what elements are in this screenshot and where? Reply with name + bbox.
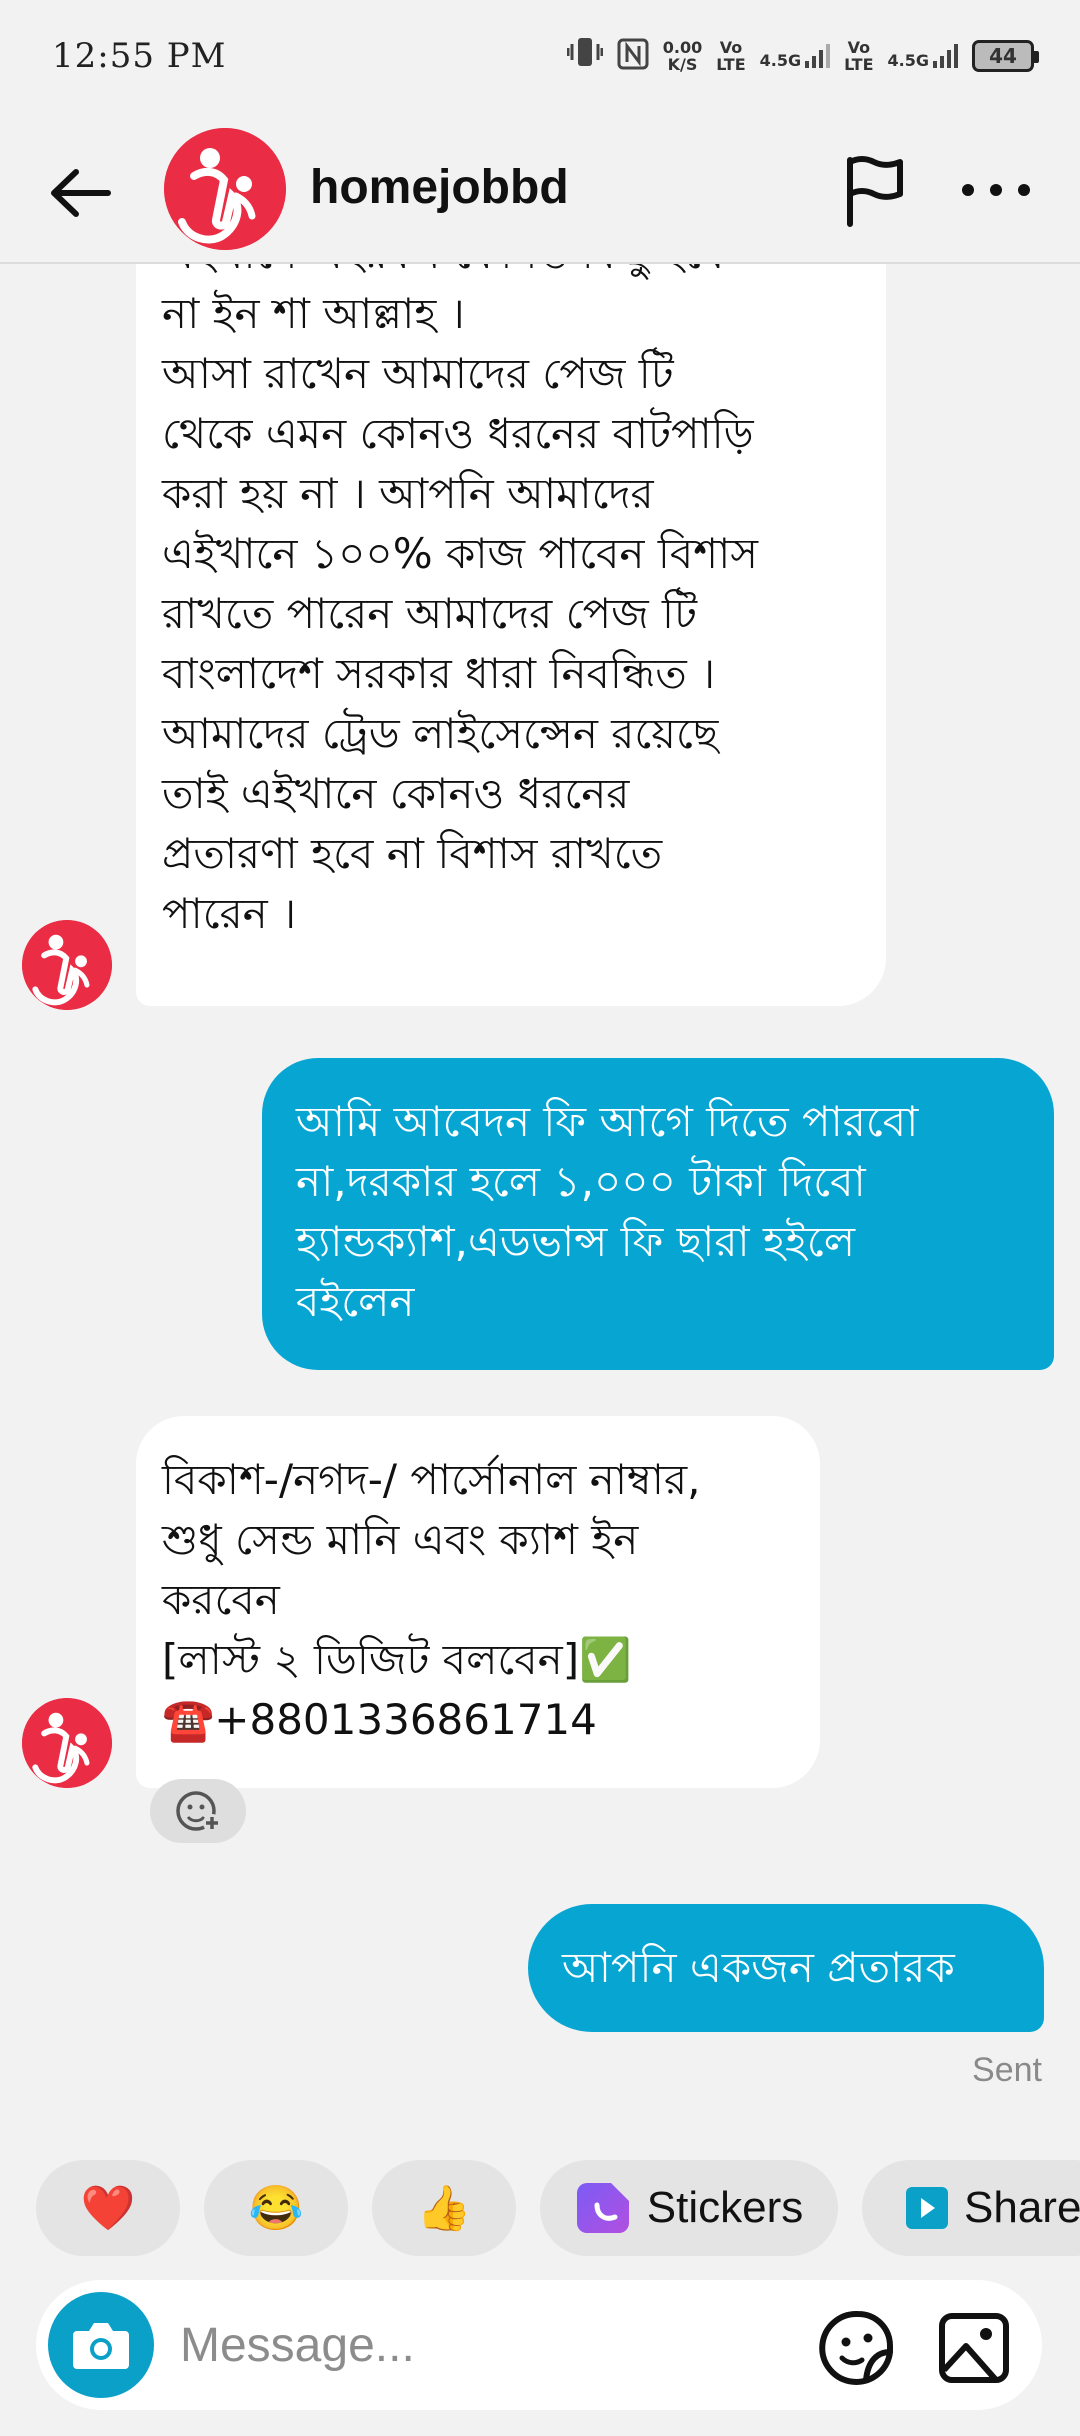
sim2-bottom: LTE — [844, 55, 874, 74]
message-text: বিকাশ-/নগদ-/ পার্সোনাল নাম্বার, শুধু সেন… — [162, 1455, 701, 1744]
message-list[interactable]: এইখানে এইরকম কোনও কিছু হবে না ইন শা আল্ল… — [0, 264, 1080, 2134]
sim1-signal: 4.5G — [759, 43, 831, 70]
share-label: Share — [964, 2183, 1080, 2232]
outgoing-message[interactable]: আপনি একজন প্রতারক — [528, 1904, 1044, 2032]
speed-unit: K/S — [667, 55, 698, 74]
sim2-volte: Vo LTE — [844, 39, 873, 73]
report-button[interactable] — [840, 152, 912, 228]
heart-reply-chip[interactable]: ❤️ — [36, 2160, 180, 2256]
sim1-bottom: LTE — [716, 55, 746, 74]
sender-avatar[interactable] — [22, 1698, 112, 1788]
signal-icon — [805, 44, 831, 68]
status-time: 12:55 PM — [52, 36, 227, 76]
laugh-emoji-icon: 😂 — [248, 2184, 304, 2233]
status-bar: 12:55 PM 0.00 K/S Vo LTE 4.5G Vo LTE 4.5… — [0, 0, 1080, 118]
nfc-icon — [617, 38, 649, 74]
signal-icon — [933, 44, 958, 68]
sim2-top: Vo — [847, 38, 871, 57]
more-options-button[interactable] — [958, 160, 1034, 220]
laugh-reply-chip[interactable]: 😂 — [204, 2160, 348, 2256]
chat-header: homejobbd — [0, 118, 1080, 264]
status-icons: 0.00 K/S Vo LTE 4.5G Vo LTE 4.5G 44 — [566, 34, 1039, 78]
image-icon — [939, 2313, 1009, 2383]
camera-button[interactable] — [48, 2292, 154, 2398]
logo-icon — [22, 920, 112, 1010]
logo-icon — [22, 1698, 112, 1788]
contact-name[interactable]: homejobbd — [310, 160, 569, 215]
share-chip[interactable]: Share — [862, 2160, 1080, 2256]
outgoing-message[interactable]: আমি আবেদন ফি আগে দিতে পারবো না,দরকার হলে… — [262, 1058, 1054, 1370]
message-text: আমি আবেদন ফি আগে দিতে পারবো না,দরকার হলে… — [296, 1097, 919, 1326]
message-composer — [36, 2280, 1042, 2410]
sender-avatar[interactable] — [22, 920, 112, 1010]
logo-icon — [164, 128, 286, 250]
flag-icon — [847, 156, 903, 227]
incoming-message[interactable]: বিকাশ-/নগদ-/ পার্সোনাল নাম্বার, শুধু সেন… — [136, 1416, 820, 1788]
back-button[interactable] — [46, 158, 116, 228]
sticker-button[interactable] — [818, 2308, 898, 2388]
thumbs-up-reply-chip[interactable]: 👍 — [372, 2160, 516, 2256]
vibrate-icon — [566, 35, 604, 77]
add-reaction-button[interactable] — [150, 1779, 246, 1843]
incoming-message[interactable]: এইখানে এইরকম কোনও কিছু হবে না ইন শা আল্ল… — [136, 264, 886, 1006]
sent-status: Sent — [972, 2051, 1042, 2089]
stickers-chip[interactable]: Stickers — [540, 2160, 838, 2256]
heart-icon: ❤️ — [80, 2184, 136, 2233]
battery-icon: 44 — [972, 40, 1039, 72]
profile-avatar[interactable] — [164, 128, 286, 250]
network-speed: 0.00 K/S — [663, 39, 702, 73]
message-text: এইখানে এইরকম কোনও কিছু হবে না ইন শা আল্ল… — [162, 264, 759, 938]
sim1-net: 4.5G — [759, 51, 802, 70]
sim2-signal: 4.5G — [888, 43, 958, 69]
stickers-label: Stickers — [646, 2183, 804, 2232]
quick-reply-row: ❤️ 😂 👍 Stickers Share — [0, 2156, 1080, 2256]
sticker-icon — [576, 2183, 629, 2233]
speed-value: 0.00 — [662, 38, 703, 57]
emoji-add-icon — [176, 1791, 221, 1832]
more-icon — [962, 184, 1030, 196]
message-input[interactable] — [180, 2308, 820, 2382]
message-text: আপনি একজন প্রতারক — [562, 1943, 955, 1992]
sim2-net: 4.5G — [887, 51, 929, 70]
back-arrow-icon — [51, 169, 111, 217]
thumbs-up-icon: 👍 — [416, 2184, 472, 2233]
sim1-top: Vo — [719, 38, 743, 57]
share-video-icon — [906, 2187, 948, 2229]
camera-icon — [73, 2323, 129, 2369]
gallery-button[interactable] — [936, 2310, 1012, 2386]
sim1-volte: Vo LTE — [716, 39, 745, 73]
sticker-face-icon — [819, 2310, 893, 2385]
